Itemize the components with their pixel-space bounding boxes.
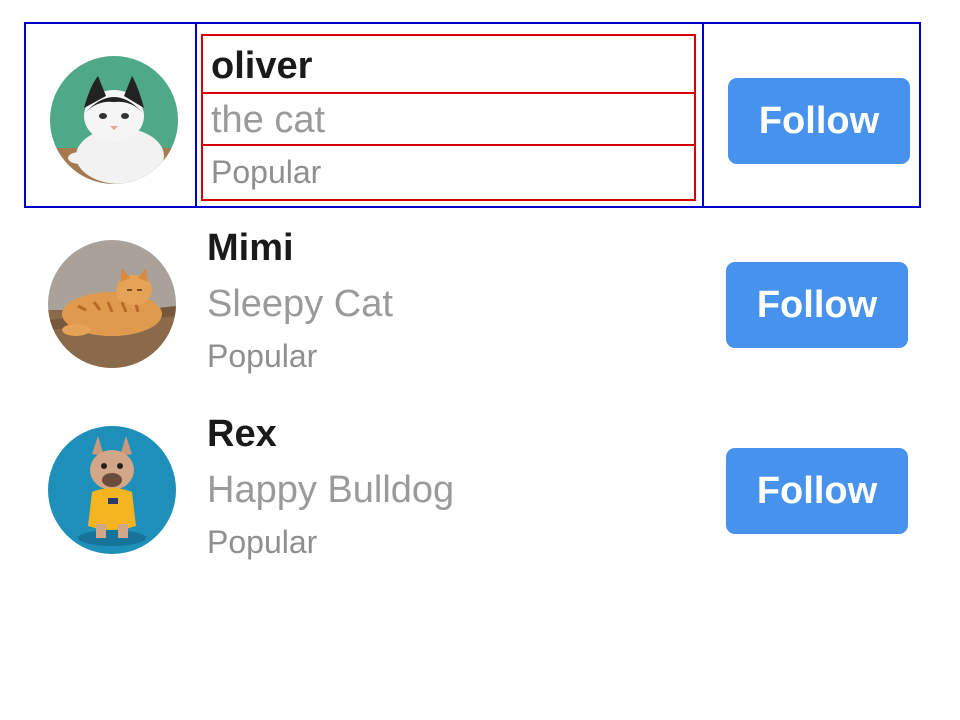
- user-tag: Popular: [201, 146, 696, 201]
- info-cell: oliver the cat Popular: [197, 24, 704, 206]
- dog-photo-icon: [48, 426, 176, 554]
- info-box: Mimi Sleepy Cat Popular: [199, 218, 694, 385]
- avatar-cell: [24, 394, 195, 580]
- user-subtitle: Sleepy Cat: [207, 283, 393, 325]
- info-box: oliver the cat Popular: [201, 34, 696, 201]
- info-box: Rex Happy Bulldog Popular: [199, 404, 694, 571]
- user-list: oliver the cat Popular Follow Mimi Sleep…: [24, 22, 921, 580]
- avatar-cell: [26, 24, 197, 206]
- follow-button[interactable]: Follow: [726, 448, 908, 534]
- info-cell: Mimi Sleepy Cat Popular: [195, 208, 702, 394]
- avatar[interactable]: [48, 240, 176, 368]
- avatar[interactable]: [48, 426, 176, 554]
- user-name[interactable]: Rex: [199, 404, 694, 464]
- user-name[interactable]: Mimi: [199, 218, 694, 278]
- list-item: Rex Happy Bulldog Popular Follow: [24, 394, 921, 580]
- cat-photo-icon: [48, 240, 176, 368]
- avatar[interactable]: [50, 56, 178, 184]
- user-subtitle: Happy Bulldog: [207, 469, 455, 511]
- list-item: Mimi Sleepy Cat Popular Follow: [24, 208, 921, 394]
- cat-photo-icon: [50, 56, 178, 184]
- info-cell: Rex Happy Bulldog Popular: [195, 394, 702, 580]
- follow-button[interactable]: Follow: [728, 78, 910, 164]
- list-item: oliver the cat Popular Follow: [24, 22, 921, 208]
- user-tag: Popular: [207, 524, 318, 560]
- follow-button[interactable]: Follow: [726, 262, 908, 348]
- user-tag: Popular: [207, 338, 318, 374]
- avatar-cell: [24, 208, 195, 394]
- user-name[interactable]: oliver: [201, 34, 696, 94]
- user-subtitle: the cat: [201, 94, 696, 146]
